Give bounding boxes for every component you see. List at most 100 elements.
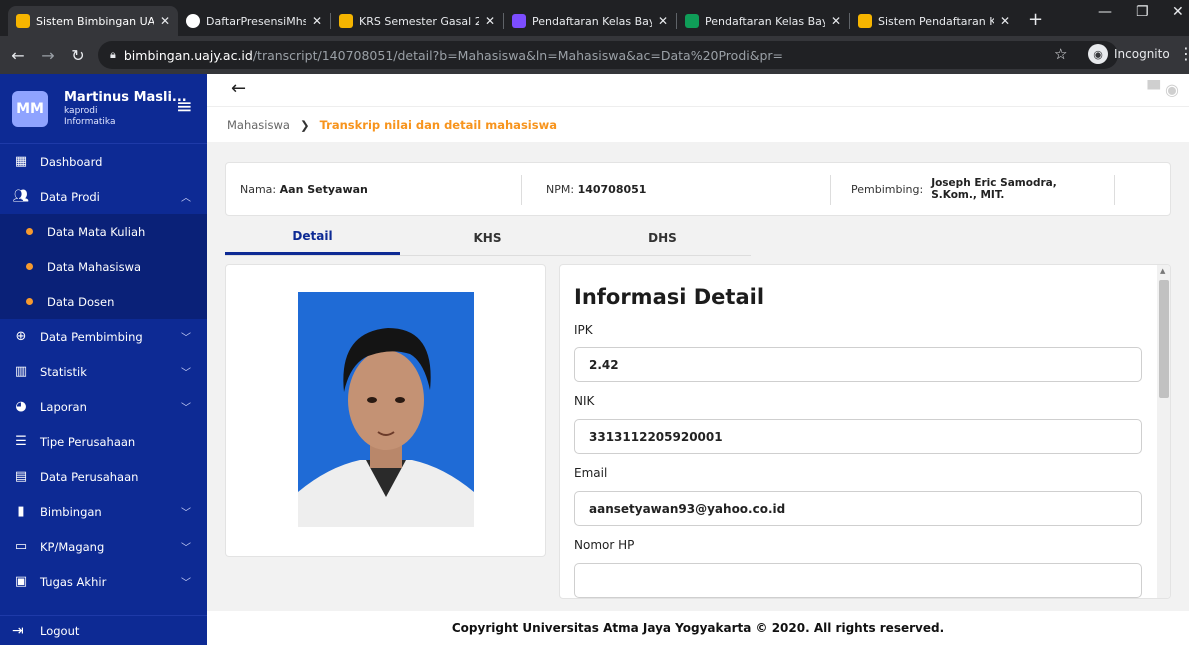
browser-tab-5[interactable]: Pendaftaran Kelas Baya ✕ (677, 6, 849, 36)
sidebar-item-label: Bimbingan (40, 504, 102, 519)
calendar-icon: ▭ (14, 539, 28, 554)
new-tab-icon[interactable]: + (1018, 9, 1053, 36)
sidebar-item-data-pembimbing[interactable]: ⊕ Data Pembimbing ﹀ (0, 319, 207, 354)
sidebar-subitem-label: Data Dosen (47, 294, 115, 309)
reload-icon[interactable]: ↻ (66, 46, 90, 65)
incognito-label: Incognito (1114, 47, 1170, 61)
tab-favicon-icon (512, 14, 526, 28)
sidebar-item-label: Tugas Akhir (40, 574, 107, 589)
main-content: ← ▀ ◉ Mahasiswa ❯ Transkrip nilai dan de… (207, 74, 1189, 645)
sidebar-item-statistik[interactable]: ▥ Statistik ﹀ (0, 354, 207, 389)
scrollbar-thumb[interactable] (1159, 280, 1169, 398)
divider (830, 175, 831, 205)
bullet-icon (26, 228, 33, 235)
ipk-field[interactable]: 2.42 (574, 347, 1142, 382)
browser-tab-2[interactable]: DaftarPresensiMhs - Re ✕ (178, 6, 330, 36)
tab-detail[interactable]: Detail (225, 220, 400, 255)
sidebar-item-bimbingan[interactable]: ▮ Bimbingan ﹀ (0, 494, 207, 529)
close-tab-icon[interactable]: ✕ (1000, 14, 1010, 28)
back-arrow-icon[interactable]: ← (6, 46, 30, 65)
sidebar-subitem-data-mata-kuliah[interactable]: Data Mata Kuliah (0, 214, 207, 249)
email-field[interactable]: aansetyawan93@yahoo.co.id (574, 491, 1142, 526)
building-icon: ▤ (14, 469, 28, 484)
browser-tab-3[interactable]: KRS Semester Gasal 20 ✕ (331, 6, 503, 36)
tab-dhs[interactable]: DHS (575, 220, 750, 255)
nik-field[interactable]: 3313112205920001 (574, 419, 1142, 454)
tab-khs[interactable]: KHS (400, 220, 575, 255)
chart-icon: ▥ (14, 364, 28, 379)
chat-icon[interactable]: ▀ (1148, 80, 1160, 99)
pembimbing-label: Pembimbing: (851, 182, 924, 196)
detail-info-card: Informasi Detail IPK 2.42 NIK 3313112205… (559, 264, 1171, 599)
browser-menu-icon[interactable]: ⋮ (1178, 44, 1189, 63)
list-icon: ☰ (15, 434, 27, 449)
student-photo (298, 292, 474, 527)
browser-tab-1[interactable]: Sistem Bimbingan UAJY ✕ (8, 6, 178, 36)
chevron-down-icon: ﹀ (181, 543, 191, 554)
student-photo-image (298, 292, 474, 527)
logout-icon: ⇥ (12, 622, 24, 639)
phone-field[interactable] (574, 563, 1142, 598)
sidebar-item-laporan[interactable]: ◕ Laporan ﹀ (0, 389, 207, 424)
back-arrow-icon[interactable]: ← (231, 78, 246, 99)
report-icon: ◕ (15, 399, 27, 414)
close-tab-icon[interactable]: ✕ (312, 14, 322, 28)
incognito-indicator[interactable]: ◉ Incognito (1088, 44, 1170, 64)
close-tab-icon[interactable]: ✕ (485, 14, 495, 28)
sidebar-item-data-prodi[interactable]: 👥︎ Data Prodi ︿ (0, 179, 207, 214)
chevron-up-icon: ︿ (181, 193, 191, 204)
account-icon[interactable]: ◉ (1165, 80, 1179, 99)
chevron-down-icon: ﹀ (181, 403, 191, 414)
address-bar[interactable]: 🔒︎ bimbingan.uajy.ac.id /transcript/1407… (98, 41, 1118, 69)
tab-title: Pendaftaran Kelas Baya (532, 14, 652, 28)
detail-title: Informasi Detail (574, 285, 765, 309)
sidebar-submenu-data-prodi: Data Mata Kuliah Data Mahasiswa Data Dos… (0, 214, 207, 319)
sidebar-item-tipe-perusahaan[interactable]: ☰ Tipe Perusahaan (0, 424, 207, 459)
nama-label: Nama: (240, 182, 277, 196)
chevron-down-icon: ﹀ (181, 333, 191, 344)
student-npm-field: NPM: 140708051 (546, 183, 646, 196)
forward-arrow-icon[interactable]: → (36, 46, 60, 65)
user-role: kaprodi (64, 105, 98, 116)
browser-toolbar: ← → ↻ 🔒︎ bimbingan.uajy.ac.id /transcrip… (0, 36, 1189, 74)
sidebar-item-kp-magang[interactable]: ▭ KP/Magang ﹀ (0, 529, 207, 564)
restore-icon[interactable]: ❐ (1136, 4, 1149, 20)
close-tab-icon[interactable]: ✕ (831, 14, 841, 28)
breadcrumb-current: Transkrip nilai dan detail mahasiswa (319, 117, 557, 132)
lock-icon: 🔒︎ (110, 48, 116, 61)
close-window-icon[interactable]: ✕ (1172, 4, 1184, 20)
close-tab-icon[interactable]: ✕ (658, 14, 668, 28)
close-tab-icon[interactable]: ✕ (160, 14, 170, 28)
scroll-up-icon[interactable]: ▲ (1160, 267, 1165, 275)
footer-copyright: Copyright Universitas Atma Jaya Yogyakar… (207, 611, 1189, 645)
tab-title: Sistem Pendaftaran KRS (878, 14, 994, 28)
divider (521, 175, 522, 205)
sidebar-subitem-data-dosen[interactable]: Data Dosen (0, 284, 207, 319)
hamburger-menu-icon[interactable]: ≡ (176, 94, 193, 118)
detail-tabs: Detail KHS DHS (225, 220, 751, 256)
user-department: Informatika (64, 116, 116, 127)
minimize-icon[interactable]: — (1098, 4, 1112, 20)
advisor-field: Pembimbing: Joseph Eric Samodra, S.Kom.,… (851, 177, 1091, 201)
sidebar-subitem-data-mahasiswa[interactable]: Data Mahasiswa (0, 249, 207, 284)
logout-button[interactable]: ⇥ Logout (0, 615, 207, 645)
dashboard-icon: ▦ (14, 154, 28, 169)
sidebar-item-dashboard[interactable]: ▦ Dashboard (0, 144, 207, 179)
sidebar-item-data-perusahaan[interactable]: ▤ Data Perusahaan (0, 459, 207, 494)
browser-tab-4[interactable]: Pendaftaran Kelas Baya ✕ (504, 6, 676, 36)
chevron-down-icon: ﹀ (181, 578, 191, 589)
browser-tab-6[interactable]: Sistem Pendaftaran KRS ✕ (850, 6, 1018, 36)
breadcrumb-parent[interactable]: Mahasiswa (227, 118, 290, 132)
breadcrumb: Mahasiswa ❯ Transkrip nilai dan detail m… (207, 106, 1189, 142)
sidebar-subitem-label: Data Mata Kuliah (47, 224, 146, 239)
bookmark-icon: ▮ (17, 504, 25, 519)
top-header: ← ▀ ◉ (207, 74, 1189, 106)
sidebar-item-label: Laporan (40, 399, 87, 414)
tab-title: KRS Semester Gasal 20 (359, 14, 479, 28)
sidebar-item-tugas-akhir[interactable]: ▣ Tugas Akhir ﹀ (0, 564, 207, 599)
chevron-down-icon: ﹀ (181, 508, 191, 519)
student-name-field: Nama: Aan Setyawan (240, 183, 368, 196)
sidebar-item-label: Data Pembimbing (40, 329, 143, 344)
tab-title: DaftarPresensiMhs - Re (206, 14, 306, 28)
bookmark-star-icon[interactable]: ☆ (1054, 45, 1067, 63)
